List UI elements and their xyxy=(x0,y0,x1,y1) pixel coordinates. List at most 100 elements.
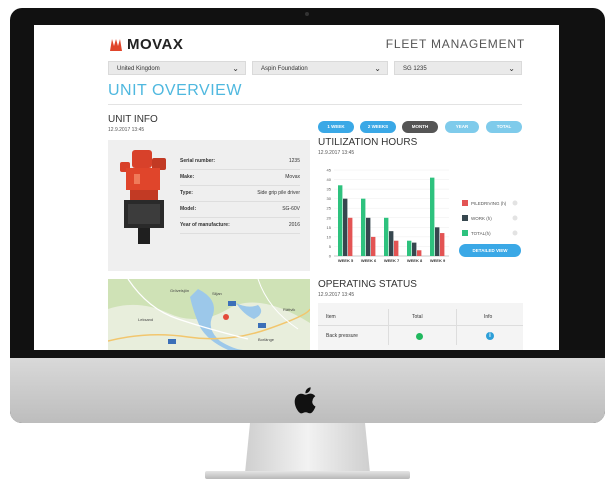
country-select[interactable]: United Kingdom ⌄ xyxy=(108,61,246,75)
legend-swatch xyxy=(462,215,468,221)
chart-bar xyxy=(361,198,366,256)
spec-value: Side grip pile driver xyxy=(257,190,300,196)
y-tick-label: 30 xyxy=(327,196,332,201)
info-icon[interactable]: i xyxy=(486,332,494,340)
chart-bar xyxy=(417,250,422,256)
map-label: Borlänge xyxy=(258,337,275,342)
imac-stand-foot xyxy=(205,471,410,479)
screen: MOVAX FLEET MANAGEMENT United Kingdom ⌄ … xyxy=(34,25,559,350)
chart-bar xyxy=(366,217,371,256)
spec-label: Year of manufacture: xyxy=(180,222,230,228)
y-tick-label: 20 xyxy=(327,215,332,220)
operating-status-table: Item Total Info Back pressure i xyxy=(318,303,523,350)
legend-info-icon xyxy=(512,200,518,206)
tab-total[interactable]: TOTAL xyxy=(486,121,522,133)
unit-info-title: UNIT INFO xyxy=(108,114,158,125)
x-tick-label: WEEK 9 xyxy=(430,258,446,263)
row-item-label: Back pressure xyxy=(326,333,358,339)
spec-value: SG-60V xyxy=(282,206,300,212)
camera-icon xyxy=(305,12,309,16)
movax-logo-icon xyxy=(110,38,122,51)
legend-swatch xyxy=(462,230,468,236)
x-tick-label: WEEK 5 xyxy=(338,258,354,263)
chart-bar xyxy=(435,227,440,256)
chart-bar xyxy=(412,242,417,256)
spec-row: Year of manufacture: 2016 xyxy=(180,218,300,234)
y-tick-label: 5 xyxy=(329,244,332,249)
chart-bar xyxy=(389,231,394,256)
app-header: MOVAX FLEET MANAGEMENT xyxy=(34,25,559,55)
legend-info-icon xyxy=(512,215,518,221)
chart-bar xyxy=(407,240,412,256)
column-header-item: Item xyxy=(326,314,336,320)
legend-label: WORK (h) xyxy=(471,216,492,221)
tab-year[interactable]: YEAR xyxy=(445,121,479,133)
operating-status-date: 12.9.2017 13:45 xyxy=(318,292,355,298)
table-header: Item Total Info xyxy=(318,309,523,326)
spec-row: Make: Movax xyxy=(180,170,300,186)
chart-bar xyxy=(348,217,353,256)
location-map[interactable]: Grövelsjön Leksand Siljan Rättvik Borlän… xyxy=(108,279,310,350)
y-tick-label: 40 xyxy=(327,177,332,182)
map-label: Leksand xyxy=(138,317,154,322)
unit-info-date: 12.9.2017 13:45 xyxy=(108,127,145,133)
spec-value: Movax xyxy=(285,174,300,180)
operating-status-title: OPERATING STATUS xyxy=(318,279,417,290)
y-tick-label: 15 xyxy=(327,225,332,230)
status-ok-icon xyxy=(416,333,423,340)
map-label: Grövelsjön xyxy=(170,288,190,293)
y-tick-label: 45 xyxy=(327,168,332,173)
divider xyxy=(108,104,522,105)
map-label: Rättvik xyxy=(283,307,296,312)
utilization-title: UTILIZATION HOURS xyxy=(318,137,418,148)
x-tick-label: WEEK 7 xyxy=(384,258,400,263)
spec-row: Type: Side grip pile driver xyxy=(180,186,300,202)
detailed-view-button[interactable]: DETAILED VIEW xyxy=(459,244,521,257)
spec-table: Serial number: 1235 Make: Movax Type: Si… xyxy=(180,154,300,234)
table-row: Back pressure i xyxy=(318,327,523,345)
legend-label: TOTAL(h) xyxy=(471,231,491,236)
country-select-value: United Kingdom xyxy=(117,66,160,72)
unit-info-card: Serial number: 1235 Make: Movax Type: Si… xyxy=(108,140,310,271)
chart-bar xyxy=(371,236,376,256)
site-select-value: Aspin Foundation xyxy=(261,66,308,72)
y-tick-label: 35 xyxy=(327,187,332,192)
app-title: FLEET MANAGEMENT xyxy=(385,37,525,51)
tab-month[interactable]: MONTH xyxy=(402,121,438,133)
map-graphic xyxy=(108,279,310,350)
chart-bar xyxy=(394,240,399,256)
column-header-info: Info xyxy=(484,314,493,320)
x-tick-label: WEEK 8 xyxy=(407,258,423,263)
pile-driver-image xyxy=(120,150,166,244)
unit-select-value: SG 1235 xyxy=(403,66,427,72)
tab-2-weeks[interactable]: 2 WEEKS xyxy=(360,121,396,133)
apple-logo-icon xyxy=(294,387,316,414)
page-title: UNIT OVERVIEW xyxy=(108,82,242,99)
legend-swatch xyxy=(462,200,468,206)
movax-logo[interactable]: MOVAX xyxy=(108,36,183,53)
filter-bar: United Kingdom ⌄ Aspin Foundation ⌄ SG 1… xyxy=(108,61,522,76)
chart-bar xyxy=(384,217,389,256)
y-tick-label: 10 xyxy=(327,234,332,239)
y-tick-label: 25 xyxy=(327,206,332,211)
logo-text: MOVAX xyxy=(127,36,184,53)
spec-label: Type: xyxy=(180,190,193,196)
period-tabs: 1 WEEK 2 WEEKS MONTH YEAR TOTAL xyxy=(318,121,523,133)
chevron-down-icon: ⌄ xyxy=(508,64,515,73)
spec-row: Model: SG-60V xyxy=(180,202,300,218)
spec-label: Make: xyxy=(180,174,195,180)
spec-value: 2016 xyxy=(288,222,300,228)
y-tick-label: 0 xyxy=(329,254,332,259)
spec-value: 1235 xyxy=(288,158,300,164)
legend-info-icon xyxy=(512,230,518,236)
column-header-total: Total xyxy=(412,314,423,320)
chevron-down-icon: ⌄ xyxy=(232,64,239,73)
site-select[interactable]: Aspin Foundation ⌄ xyxy=(252,61,388,75)
chart-bar xyxy=(343,198,348,256)
spec-row: Serial number: 1235 xyxy=(180,154,300,170)
chevron-down-icon: ⌄ xyxy=(374,64,381,73)
unit-select[interactable]: SG 1235 ⌄ xyxy=(394,61,522,75)
legend-label: PILEDRIVING (h) xyxy=(471,201,507,206)
tab-1-week[interactable]: 1 WEEK xyxy=(318,121,354,133)
chart-bar xyxy=(430,177,435,256)
